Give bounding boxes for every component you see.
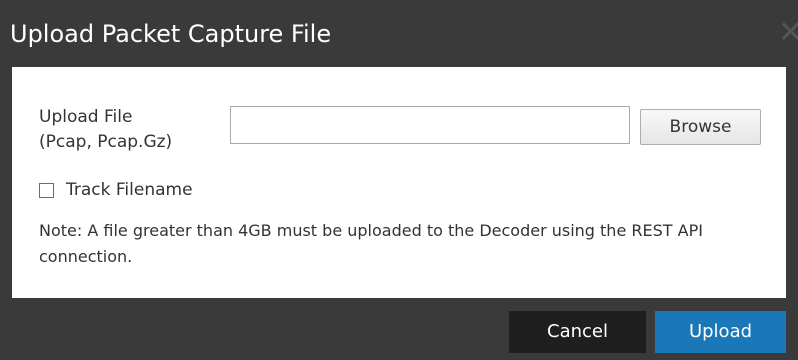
track-filename-label: Track Filename <box>66 180 193 200</box>
dialog-title: Upload Packet Capture File <box>10 20 332 48</box>
track-filename-checkbox[interactable] <box>39 182 54 198</box>
upload-file-input[interactable] <box>230 106 630 144</box>
close-icon[interactable]: ✕ <box>778 18 798 48</box>
upload-packet-capture-dialog: Upload Packet Capture File ✕ Upload File… <box>0 0 798 360</box>
upload-file-label: Upload File (Pcap, Pcap.Gz) <box>39 105 172 155</box>
upload-button[interactable]: Upload <box>655 311 786 353</box>
upload-file-label-line1: Upload File <box>39 107 133 127</box>
browse-button[interactable]: Browse <box>640 109 761 145</box>
upload-note: Note: A file greater than 4GB must be up… <box>39 221 703 266</box>
upload-file-label-line2: (Pcap, Pcap.Gz) <box>39 132 173 152</box>
dialog-title-bar: Upload Packet Capture File ✕ <box>0 0 798 67</box>
cancel-button[interactable]: Cancel <box>509 311 646 353</box>
dialog-body: Upload File (Pcap, Pcap.Gz) Browse Track… <box>12 67 786 298</box>
track-filename-row[interactable]: Track Filename <box>39 178 193 202</box>
